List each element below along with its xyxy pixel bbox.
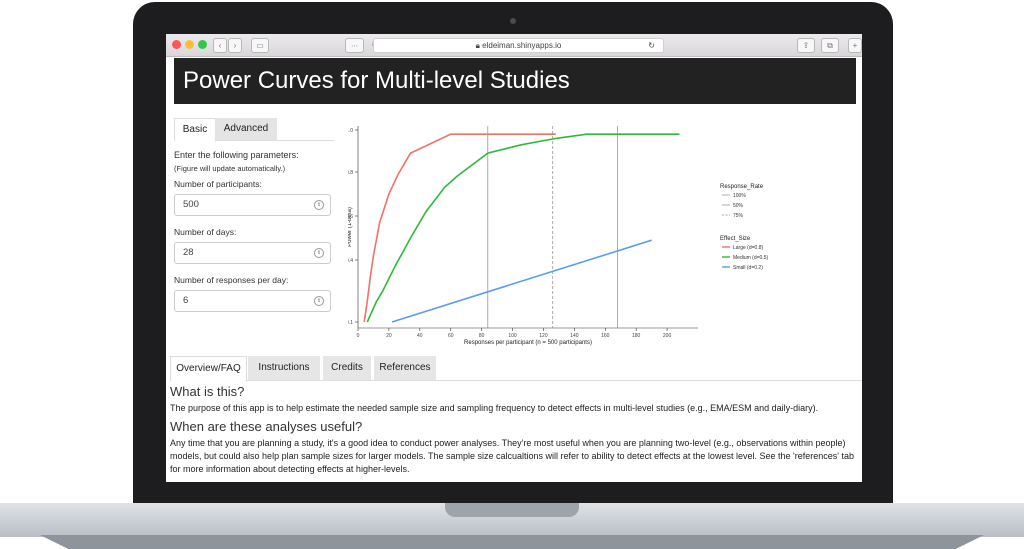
x-tick-label: 40 <box>417 333 423 339</box>
zoom-window-icon[interactable] <box>198 40 207 49</box>
stepper-icon[interactable]: ⇕ <box>314 248 324 258</box>
legend-label: Medium (d=0.5) <box>733 255 768 261</box>
y-tick-label: 1.0 <box>348 128 353 134</box>
x-tick-label: 200 <box>663 333 672 339</box>
laptop-base-bottom <box>40 535 984 549</box>
y-tick-label: 0.8 <box>348 170 353 176</box>
info-tabs: Overview/FAQ Instructions Credits Refere… <box>170 356 862 382</box>
stepper-icon[interactable]: ⇕ <box>314 200 324 210</box>
legend-label: Large (d=0.8) <box>733 245 763 251</box>
laptop-notch <box>445 503 579 517</box>
days-input[interactable]: 28 ⇕ <box>174 242 331 264</box>
sidebar-tabs: Basic Advanced <box>174 118 334 142</box>
responses-value: 6 <box>183 295 189 306</box>
x-tick-label: 20 <box>386 333 392 339</box>
legend-label: 50% <box>733 203 744 209</box>
page-title: Power Curves for Multi-level Studies <box>183 67 570 94</box>
x-axis-label: Responses per participant (n = 500 parti… <box>464 340 592 346</box>
what-is-this-heading: What is this? <box>170 384 245 399</box>
tab-overview-faq[interactable]: Overview/FAQ <box>170 356 247 382</box>
overview-content: What is this? The purpose of this app is… <box>170 382 860 476</box>
x-tick-label: 160 <box>601 333 610 339</box>
when-useful-heading: When are these analyses useful? <box>170 419 363 434</box>
y-tick-label: 0.1 <box>348 320 353 326</box>
browser-toolbar: ‹ › ▭ ∙∙∙ ≡ 🔒︎ eldeiman.shinyapps.io ↻ ⇪… <box>166 34 862 57</box>
sidebar-toggle-icon[interactable]: ▭ <box>251 38 269 53</box>
power-curve-chart: 0.10.40.60.81.00204060801001201401601802… <box>348 126 768 346</box>
camera-icon <box>510 18 516 24</box>
close-window-icon[interactable] <box>172 40 181 49</box>
form-note: (Figure will update automatically.) <box>174 164 286 173</box>
x-tick-label: 100 <box>508 333 517 339</box>
series-line <box>366 133 680 323</box>
extensions-icon[interactable]: ∙∙∙ <box>345 38 364 53</box>
responses-label: Number of responses per day: <box>174 275 289 285</box>
x-tick-label: 0 <box>357 333 360 339</box>
tab-instructions[interactable]: Instructions <box>248 356 320 380</box>
y-tick-label: 0.4 <box>348 258 353 264</box>
url-bar[interactable]: 🔒︎ eldeiman.shinyapps.io ↻ <box>373 38 664 53</box>
forward-arrow-icon[interactable]: › <box>228 38 242 53</box>
minimize-window-icon[interactable] <box>185 40 194 49</box>
legend-label: 75% <box>733 213 744 219</box>
reload-icon[interactable]: ↻ <box>648 39 655 52</box>
x-tick-label: 180 <box>632 333 641 339</box>
participants-input[interactable]: 500 ⇕ <box>174 194 331 216</box>
app-title-bar: Power Curves for Multi-level Studies <box>174 58 856 104</box>
series-line <box>391 239 652 323</box>
tab-advanced[interactable]: Advanced <box>215 118 277 140</box>
tab-credits[interactable]: Credits <box>323 356 371 380</box>
participants-label: Number of participants: <box>174 179 262 189</box>
legend-label: 100% <box>733 193 746 199</box>
url-text: eldeiman.shinyapps.io <box>482 41 562 50</box>
back-arrow-icon[interactable]: ‹ <box>213 38 227 53</box>
new-tab-icon[interactable]: + <box>848 38 862 53</box>
days-label: Number of days: <box>174 227 237 237</box>
what-is-this-text: The purpose of this app is to help estim… <box>170 403 819 413</box>
tabs-overview-icon[interactable]: ⧉ <box>821 38 839 53</box>
share-icon[interactable]: ⇪ <box>797 38 815 53</box>
legend-title-effect-size: Effect_Size <box>720 236 751 242</box>
days-value: 28 <box>183 247 194 258</box>
participants-value: 500 <box>183 199 199 210</box>
when-useful-text: Any time that you are planning a study, … <box>170 438 854 474</box>
stepper-icon[interactable]: ⇕ <box>314 296 324 306</box>
series-line <box>363 133 556 323</box>
responses-input[interactable]: 6 ⇕ <box>174 290 331 312</box>
x-tick-label: 60 <box>448 333 454 339</box>
legend-title-response-rate: Response_Rate <box>720 184 764 190</box>
x-tick-label: 120 <box>539 333 548 339</box>
legend-label: Small (d=0.2) <box>733 265 763 271</box>
y-axis-label: Power (1-beta) <box>348 207 353 247</box>
form-intro: Enter the following parameters: <box>174 150 299 160</box>
tab-references[interactable]: References <box>374 356 436 380</box>
parameters-panel: Basic Advanced Enter the following param… <box>174 118 334 312</box>
x-tick-label: 140 <box>570 333 579 339</box>
tab-basic[interactable]: Basic <box>174 118 216 142</box>
x-tick-label: 80 <box>479 333 485 339</box>
browser-window: ‹ › ▭ ∙∙∙ ≡ 🔒︎ eldeiman.shinyapps.io ↻ ⇪… <box>166 34 862 482</box>
